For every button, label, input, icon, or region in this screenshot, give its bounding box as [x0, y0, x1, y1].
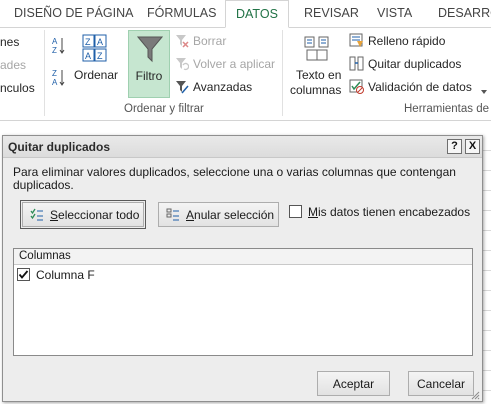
- remove-duplicates-dialog: Quitar duplicados ? X Para eliminar valo…: [2, 135, 483, 402]
- text-to-columns-line1[interactable]: Texto en: [296, 68, 341, 82]
- tab-page-layout[interactable]: DISEÑO DE PÁGINA: [12, 0, 135, 27]
- columns-list-header[interactable]: Columnas: [14, 249, 472, 265]
- edit-links-item[interactable]: nculos: [0, 81, 35, 95]
- clear-filter-icon: [175, 34, 189, 48]
- column-f-label: Columna F: [36, 268, 95, 282]
- advanced-filter-button[interactable]: Avanzadas: [193, 80, 252, 94]
- help-button[interactable]: ?: [447, 139, 462, 154]
- flash-fill-icon: [349, 33, 364, 48]
- cancel-button-label: Cancelar: [416, 377, 466, 391]
- svg-text:Z: Z: [97, 51, 103, 61]
- filter-button[interactable]: Filtro: [128, 30, 170, 98]
- select-all-label: Seleccionar todo: [50, 208, 140, 222]
- tab-review[interactable]: REVISAR: [302, 0, 361, 27]
- advanced-filter-icon: [175, 80, 189, 94]
- list-item[interactable]: Columna F: [14, 267, 472, 283]
- dialog-description: Para eliminar valores duplicados, selecc…: [13, 165, 456, 192]
- select-all-button[interactable]: Seleccionar todo: [22, 202, 144, 227]
- text-to-columns-icon[interactable]: [303, 34, 331, 62]
- dialog-titlebar[interactable]: Quitar duplicados ? X: [3, 136, 482, 158]
- data-tools-group-label: Herramientas de: [404, 103, 490, 115]
- svg-text:A: A: [85, 51, 91, 61]
- ok-button[interactable]: Aceptar: [317, 371, 390, 396]
- tab-formulas[interactable]: FÓRMULAS: [145, 0, 218, 27]
- connections-item[interactable]: nes: [0, 35, 19, 49]
- tab-developer[interactable]: DESARROL: [436, 0, 491, 27]
- checkmark-icon: [18, 270, 29, 279]
- cancel-button[interactable]: Cancelar: [408, 371, 474, 396]
- svg-text:A: A: [52, 37, 58, 46]
- remove-duplicates-button[interactable]: Quitar duplicados: [368, 57, 461, 71]
- unselect-all-button[interactable]: Anular selección: [158, 202, 279, 227]
- data-validation-button[interactable]: Validación de datos: [368, 80, 472, 94]
- headers-checkbox[interactable]: [289, 205, 302, 218]
- columns-list[interactable]: Columnas Columna F: [13, 248, 473, 356]
- group-separator: [282, 30, 283, 116]
- remove-duplicates-icon: [349, 56, 364, 71]
- unselect-all-label: Anular selección: [186, 208, 275, 222]
- svg-text:A: A: [97, 37, 103, 47]
- dropdown-arrow-icon[interactable]: [481, 84, 487, 94]
- svg-text:Z: Z: [52, 69, 57, 78]
- sort-button[interactable]: Ordenar: [74, 68, 118, 82]
- properties-item[interactable]: ades: [0, 58, 26, 72]
- worksheet-edge: [482, 130, 491, 404]
- ribbon-tabs: DISEÑO DE PÁGINA FÓRMULAS DATOS REVISAR …: [0, 0, 491, 28]
- svg-text:Z: Z: [52, 46, 57, 55]
- sort-dialog-icon[interactable]: Z A A Z: [82, 34, 108, 64]
- sort-ascending-icon[interactable]: A Z: [52, 36, 66, 56]
- ok-button-label: Aceptar: [332, 377, 375, 391]
- dialog-title: Quitar duplicados: [8, 140, 111, 154]
- sort-descending-icon[interactable]: Z A: [52, 68, 66, 88]
- tab-view[interactable]: VISTA: [375, 0, 414, 27]
- reapply-button[interactable]: Volver a aplicar: [193, 57, 275, 71]
- text-to-columns-line2[interactable]: columnas: [290, 83, 341, 97]
- reapply-icon: [175, 57, 190, 71]
- flash-fill-button[interactable]: Relleno rápido: [368, 34, 445, 48]
- close-button[interactable]: X: [465, 139, 480, 154]
- funnel-icon: [136, 35, 164, 63]
- svg-text:Z: Z: [85, 37, 91, 47]
- unselect-all-icon: [166, 208, 180, 222]
- svg-text:A: A: [52, 78, 58, 87]
- headers-checkbox-label[interactable]: Mis datos tienen encabezados: [308, 205, 470, 219]
- group-separator: [44, 30, 45, 116]
- column-f-checkbox[interactable]: [17, 268, 30, 281]
- resize-grip-icon[interactable]: [470, 389, 480, 400]
- ribbon-divider: [0, 120, 491, 121]
- data-validation-icon: [349, 79, 364, 94]
- columns-header-label: Columnas: [19, 250, 71, 262]
- tab-data[interactable]: DATOS: [225, 0, 289, 28]
- sort-filter-group-label: Ordenar y filtrar: [124, 103, 204, 115]
- ribbon: nes ades nculos A Z Z A Z A A Z Ordenar …: [0, 28, 491, 120]
- filter-label: Filtro: [135, 69, 163, 83]
- clear-filter-button[interactable]: Borrar: [193, 34, 226, 48]
- select-all-icon: [30, 208, 44, 222]
